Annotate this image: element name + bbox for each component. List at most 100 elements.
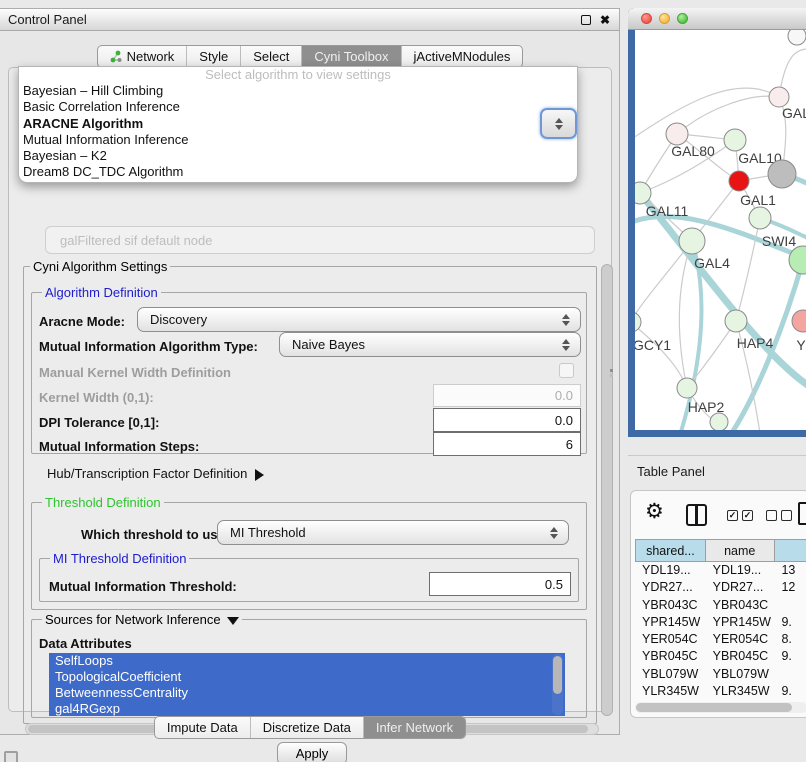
manual-kernel-label: Manual Kernel Width Definition — [39, 365, 231, 380]
mi-steps-field[interactable]: 6 — [433, 432, 581, 456]
show-columns-icon[interactable]: ✓✓ — [727, 510, 753, 521]
table-cell: 9. — [774, 683, 806, 700]
table-row[interactable]: YBL079WYBL079W — [635, 666, 806, 683]
network-node[interactable] — [768, 160, 796, 188]
table-row[interactable]: YDR27...YDR27...12 — [635, 579, 806, 596]
settings-vertical-scrollbar[interactable] — [600, 260, 614, 724]
network-edge — [677, 96, 779, 134]
network-table-combo[interactable]: galFiltered sif default node — [45, 226, 595, 254]
network-node-gal4[interactable] — [679, 228, 705, 254]
control-panel-titlebar: Control Panel ✖ — [0, 9, 619, 31]
algorithm-option[interactable]: Mutual Information Inference — [19, 132, 577, 148]
table-cell: YDL19... — [635, 562, 706, 579]
network-node-hap2[interactable] — [677, 378, 697, 398]
column-header[interactable]: shared... — [635, 539, 706, 562]
table-row[interactable]: YDL19...YDL19...13 — [635, 562, 806, 579]
export-table-icon[interactable] — [798, 502, 806, 525]
table-cell: YBR045C — [635, 648, 706, 665]
data-attributes-label: Data Attributes — [39, 636, 132, 651]
network-node[interactable] — [710, 413, 728, 430]
table-row[interactable]: YBR043CYBR043C — [635, 597, 806, 614]
sources-group-title[interactable]: Sources for Network Inference — [42, 612, 242, 627]
table-cell: YPR145W — [706, 614, 775, 631]
network-node-gal80[interactable] — [666, 123, 688, 145]
table-cell: 12 — [774, 579, 806, 596]
algorithm-option[interactable]: Dream8 DC_TDC Algorithm — [19, 164, 577, 180]
algorithm-option[interactable]: Bayesian – Hill Climbing — [19, 83, 577, 99]
network-node[interactable] — [788, 30, 806, 45]
node-label: GAL80 — [671, 143, 715, 159]
network-node-hap4[interactable] — [725, 310, 747, 332]
tab-style[interactable]: Style — [187, 46, 241, 67]
bottom-tab-discretize-data[interactable]: Discretize Data — [251, 717, 364, 738]
network-node-swi4[interactable] — [749, 207, 771, 229]
close-panel-icon[interactable]: ✖ — [600, 13, 610, 27]
network-node-gal1[interactable] — [729, 171, 749, 191]
table-cell: YBL079W — [706, 666, 775, 683]
attribute-item[interactable]: TopologicalCoefficient — [49, 669, 565, 685]
node-label: GAL — [782, 105, 806, 121]
table-horizontal-scrollbar[interactable] — [635, 702, 806, 713]
spinner-arrows-icon — [550, 527, 558, 539]
table-row[interactable]: YBR045CYBR045C9. — [635, 648, 806, 665]
which-threshold-select[interactable]: MI Threshold — [217, 520, 569, 545]
table-row[interactable]: YER054CYER054C8. — [635, 631, 806, 648]
bottom-tab-label: Infer Network — [376, 720, 453, 735]
tab-cyni-toolbox[interactable]: Cyni Toolbox — [302, 46, 401, 67]
close-window-icon[interactable] — [641, 13, 652, 24]
float-panel-icon[interactable] — [581, 15, 591, 25]
table-cell: YPR145W — [635, 614, 706, 631]
bottom-tab-impute-data[interactable]: Impute Data — [155, 717, 251, 738]
hide-columns-icon[interactable] — [766, 510, 792, 521]
network-edge — [679, 241, 692, 388]
minimize-window-icon[interactable] — [659, 13, 670, 24]
attribute-list-scrollbar[interactable] — [552, 654, 563, 715]
column-header[interactable]: name — [706, 539, 775, 562]
hub-definition-toggle[interactable]: Hub/Transcription Factor Definition — [47, 466, 264, 481]
algorithm-option[interactable]: Bayesian – K2 — [19, 148, 577, 164]
node-label: GAL11 — [646, 203, 689, 219]
collapsed-arrow-icon — [255, 469, 264, 481]
algorithm-option[interactable]: Basic Correlation Inference — [19, 99, 577, 115]
mi-threshold-group-title: MI Threshold Definition — [50, 551, 189, 566]
zoom-window-icon[interactable] — [677, 13, 688, 24]
network-node-gal10[interactable] — [724, 129, 746, 151]
table-cell: YBR045C — [706, 648, 775, 665]
network-node-y[interactable] — [792, 310, 806, 332]
manual-kernel-checkbox[interactable] — [559, 363, 574, 378]
table-row[interactable]: YPR145WYPR145W9. — [635, 614, 806, 631]
table-cell: YDR27... — [635, 579, 706, 596]
node-label: Y — [796, 337, 806, 353]
table-cell: YBR043C — [635, 597, 706, 614]
apply-button[interactable]: Apply — [277, 742, 347, 762]
bottom-tab-infer-network[interactable]: Infer Network — [364, 717, 465, 738]
focused-combo-fragment[interactable] — [540, 108, 577, 139]
tab-select[interactable]: Select — [241, 46, 302, 67]
dpi-tolerance-field[interactable]: 0.0 — [433, 408, 581, 432]
network-graph[interactable]: GALGAL80GAL10GAL1SWI4GAL11GAL4GCY1HAP4YH… — [635, 30, 806, 430]
tab-network[interactable]: Network — [98, 46, 188, 67]
panel-splitter-handle[interactable] — [610, 369, 614, 378]
control-panel-title: Control Panel — [8, 12, 87, 27]
split-columns-icon[interactable] — [686, 504, 707, 526]
network-canvas[interactable]: GALGAL80GAL10GAL1SWI4GAL11GAL4GCY1HAP4YH… — [635, 30, 806, 430]
table-settings-gear-icon[interactable]: ⚙ — [645, 501, 664, 522]
data-attributes-list[interactable]: SelfLoopsTopologicalCoefficientBetweenne… — [49, 653, 565, 716]
mi-threshold-field[interactable]: 0.5 — [429, 572, 571, 596]
network-node-gal[interactable] — [769, 87, 789, 107]
attribute-item[interactable]: gal4RGexp — [49, 701, 565, 716]
column-header[interactable] — [775, 539, 806, 562]
table-cell: 13 — [774, 562, 806, 579]
attribute-item[interactable]: SelfLoops — [49, 653, 565, 669]
network-node-gcy1[interactable] — [635, 312, 641, 332]
algorithm-option[interactable]: ARACNE Algorithm — [19, 116, 577, 132]
network-icon — [110, 50, 122, 63]
bottom-tab-label: Impute Data — [167, 720, 238, 735]
tab-jactivemnodules[interactable]: jActiveMNodules — [402, 46, 523, 67]
table-row[interactable]: YLR345WYLR345W9. — [635, 683, 806, 700]
tab-label: Network — [127, 49, 175, 64]
mi-type-select[interactable]: Naive Bayes — [279, 332, 581, 357]
expanded-arrow-icon — [227, 617, 239, 625]
aracne-mode-select[interactable]: Discovery — [137, 307, 581, 332]
attribute-item[interactable]: BetweennessCentrality — [49, 685, 565, 701]
